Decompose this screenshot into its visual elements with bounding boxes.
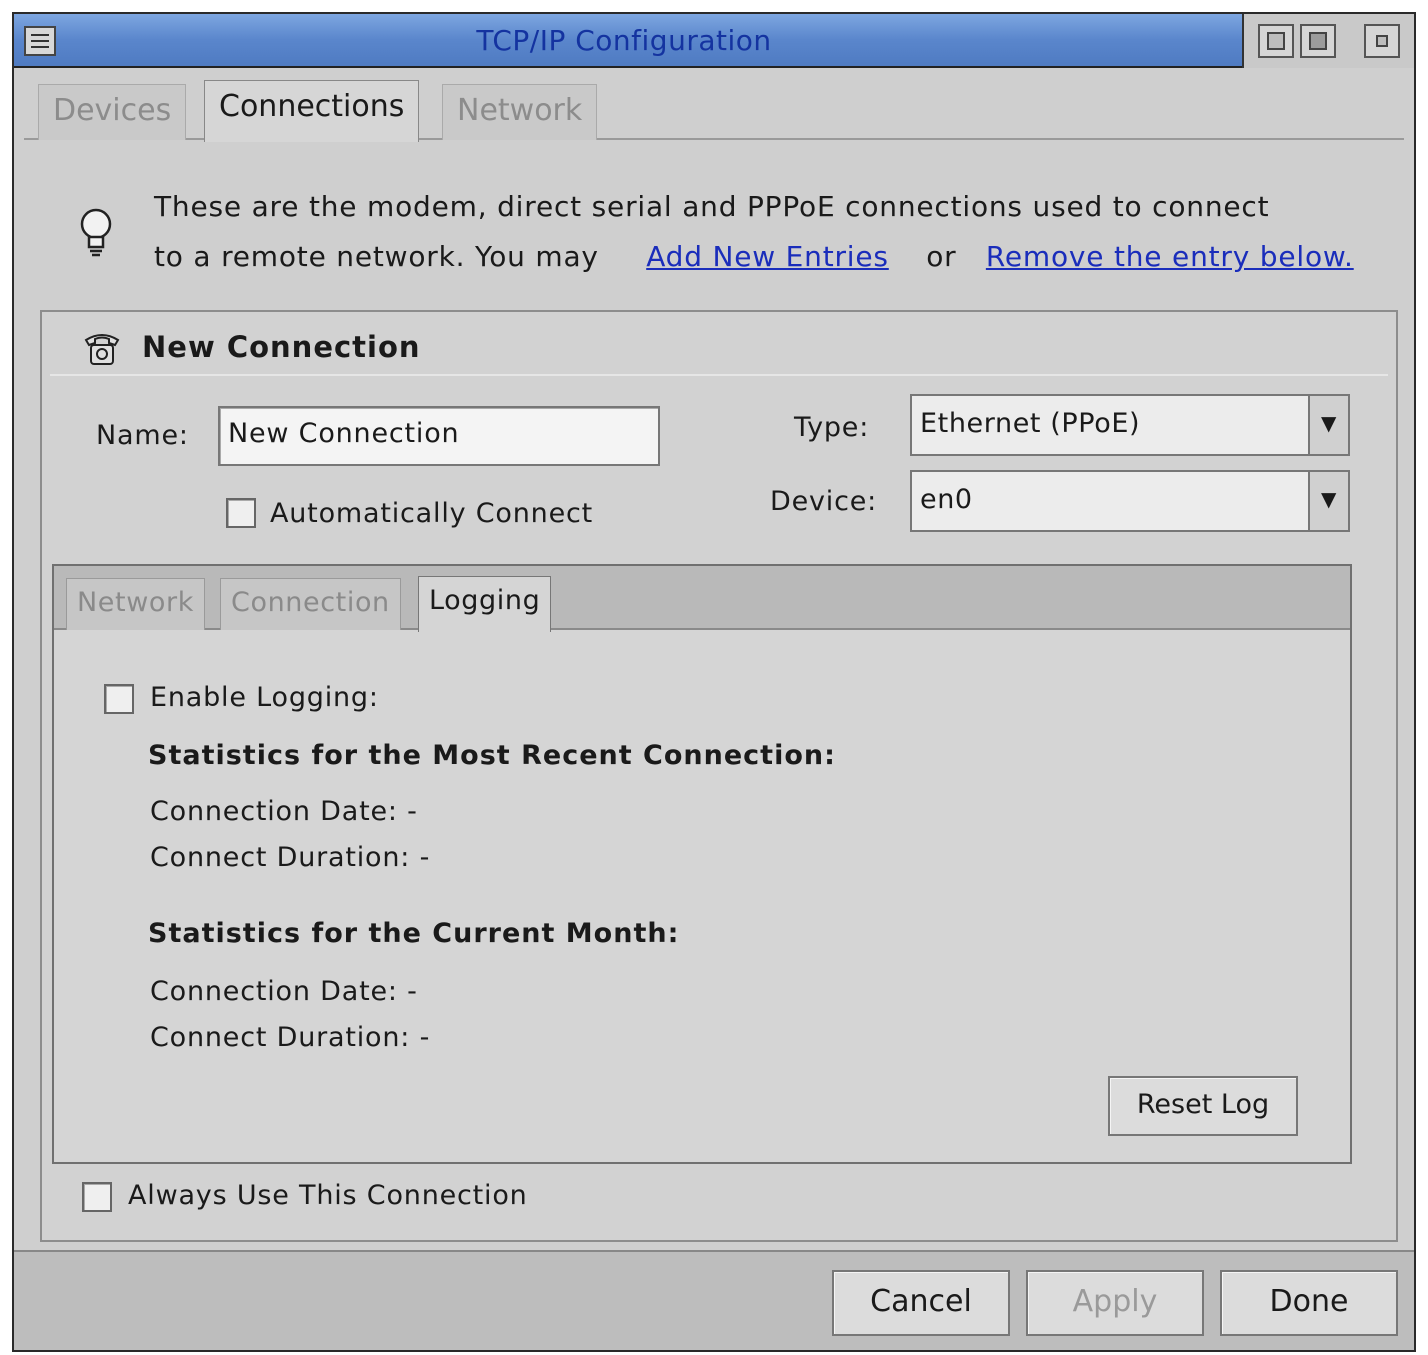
type-value: Ethernet (PPoE) — [920, 408, 1141, 439]
info-text-or: or — [926, 240, 957, 273]
close-icon[interactable] — [1364, 24, 1400, 58]
info-text-line1: These are the modem, direct serial and P… — [154, 190, 1270, 223]
type-label: Type: — [794, 412, 870, 443]
minimize-icon[interactable] — [1258, 24, 1294, 58]
zoom-icon[interactable] — [1300, 24, 1336, 58]
connection-group: New Connection Name: New Connection Auto… — [40, 310, 1398, 1242]
device-dropdown-arrow-icon[interactable]: ▼ — [1308, 472, 1348, 530]
enable-logging-checkbox[interactable] — [104, 684, 134, 714]
subtab-connection[interactable]: Connection — [220, 578, 401, 630]
window-controls — [1242, 14, 1414, 68]
name-field[interactable]: New Connection — [218, 406, 660, 466]
recent-connection-date: Connection Date: - — [150, 796, 418, 827]
name-label: Name: — [96, 420, 189, 451]
lightbulb-icon — [80, 208, 112, 257]
auto-connect-checkbox[interactable] — [226, 498, 256, 528]
type-select[interactable]: Ethernet (PPoE) ▼ — [910, 394, 1350, 456]
always-use-label: Always Use This Connection — [128, 1180, 528, 1211]
apply-button[interactable]: Apply — [1026, 1270, 1204, 1336]
done-button[interactable]: Done — [1220, 1270, 1398, 1336]
connection-title: New Connection — [142, 330, 421, 364]
type-dropdown-arrow-icon[interactable]: ▼ — [1308, 396, 1348, 454]
sub-tabs: Network Connection Logging — [54, 566, 1350, 632]
info-text-line2: to a remote network. You may Add New Ent… — [154, 240, 1354, 273]
footer-bar: Cancel Apply Done — [14, 1250, 1414, 1350]
cancel-button[interactable]: Cancel — [832, 1270, 1010, 1336]
window-title: TCP/IP Configuration — [476, 24, 772, 57]
month-connection-date: Connection Date: - — [150, 976, 418, 1007]
remove-entry-link[interactable]: Remove the entry below. — [986, 240, 1354, 273]
logging-panel: Network Connection Logging Enable Loggin… — [52, 564, 1352, 1164]
enable-logging-label: Enable Logging: — [150, 682, 379, 713]
recent-connect-duration: Connect Duration: - — [150, 842, 431, 873]
tab-connections[interactable]: Connections — [204, 80, 420, 142]
subtab-logging[interactable]: Logging — [418, 576, 552, 632]
title-divider — [50, 374, 1388, 376]
month-connect-duration: Connect Duration: - — [150, 1022, 431, 1053]
telephone-icon — [84, 334, 120, 365]
tcpip-window: TCP/IP Configuration Devices Connections… — [12, 12, 1416, 1352]
tab-devices[interactable]: Devices — [38, 84, 187, 140]
device-label: Device: — [770, 486, 878, 517]
subtab-network[interactable]: Network — [66, 578, 205, 630]
main-tabs: Devices Connections Network — [24, 70, 1404, 142]
title-bar[interactable]: TCP/IP Configuration — [14, 14, 1414, 68]
info-text-prefix: to a remote network. You may — [154, 240, 599, 273]
reset-log-button[interactable]: Reset Log — [1108, 1076, 1298, 1136]
recent-stats-heading: Statistics for the Most Recent Connectio… — [148, 740, 836, 771]
month-stats-heading: Statistics for the Current Month: — [148, 918, 680, 949]
device-value: en0 — [920, 484, 973, 515]
auto-connect-label: Automatically Connect — [270, 498, 594, 529]
always-use-checkbox[interactable] — [82, 1182, 112, 1212]
device-select[interactable]: en0 ▼ — [910, 470, 1350, 532]
tab-network[interactable]: Network — [442, 84, 598, 140]
add-new-entries-link[interactable]: Add New Entries — [646, 240, 889, 273]
